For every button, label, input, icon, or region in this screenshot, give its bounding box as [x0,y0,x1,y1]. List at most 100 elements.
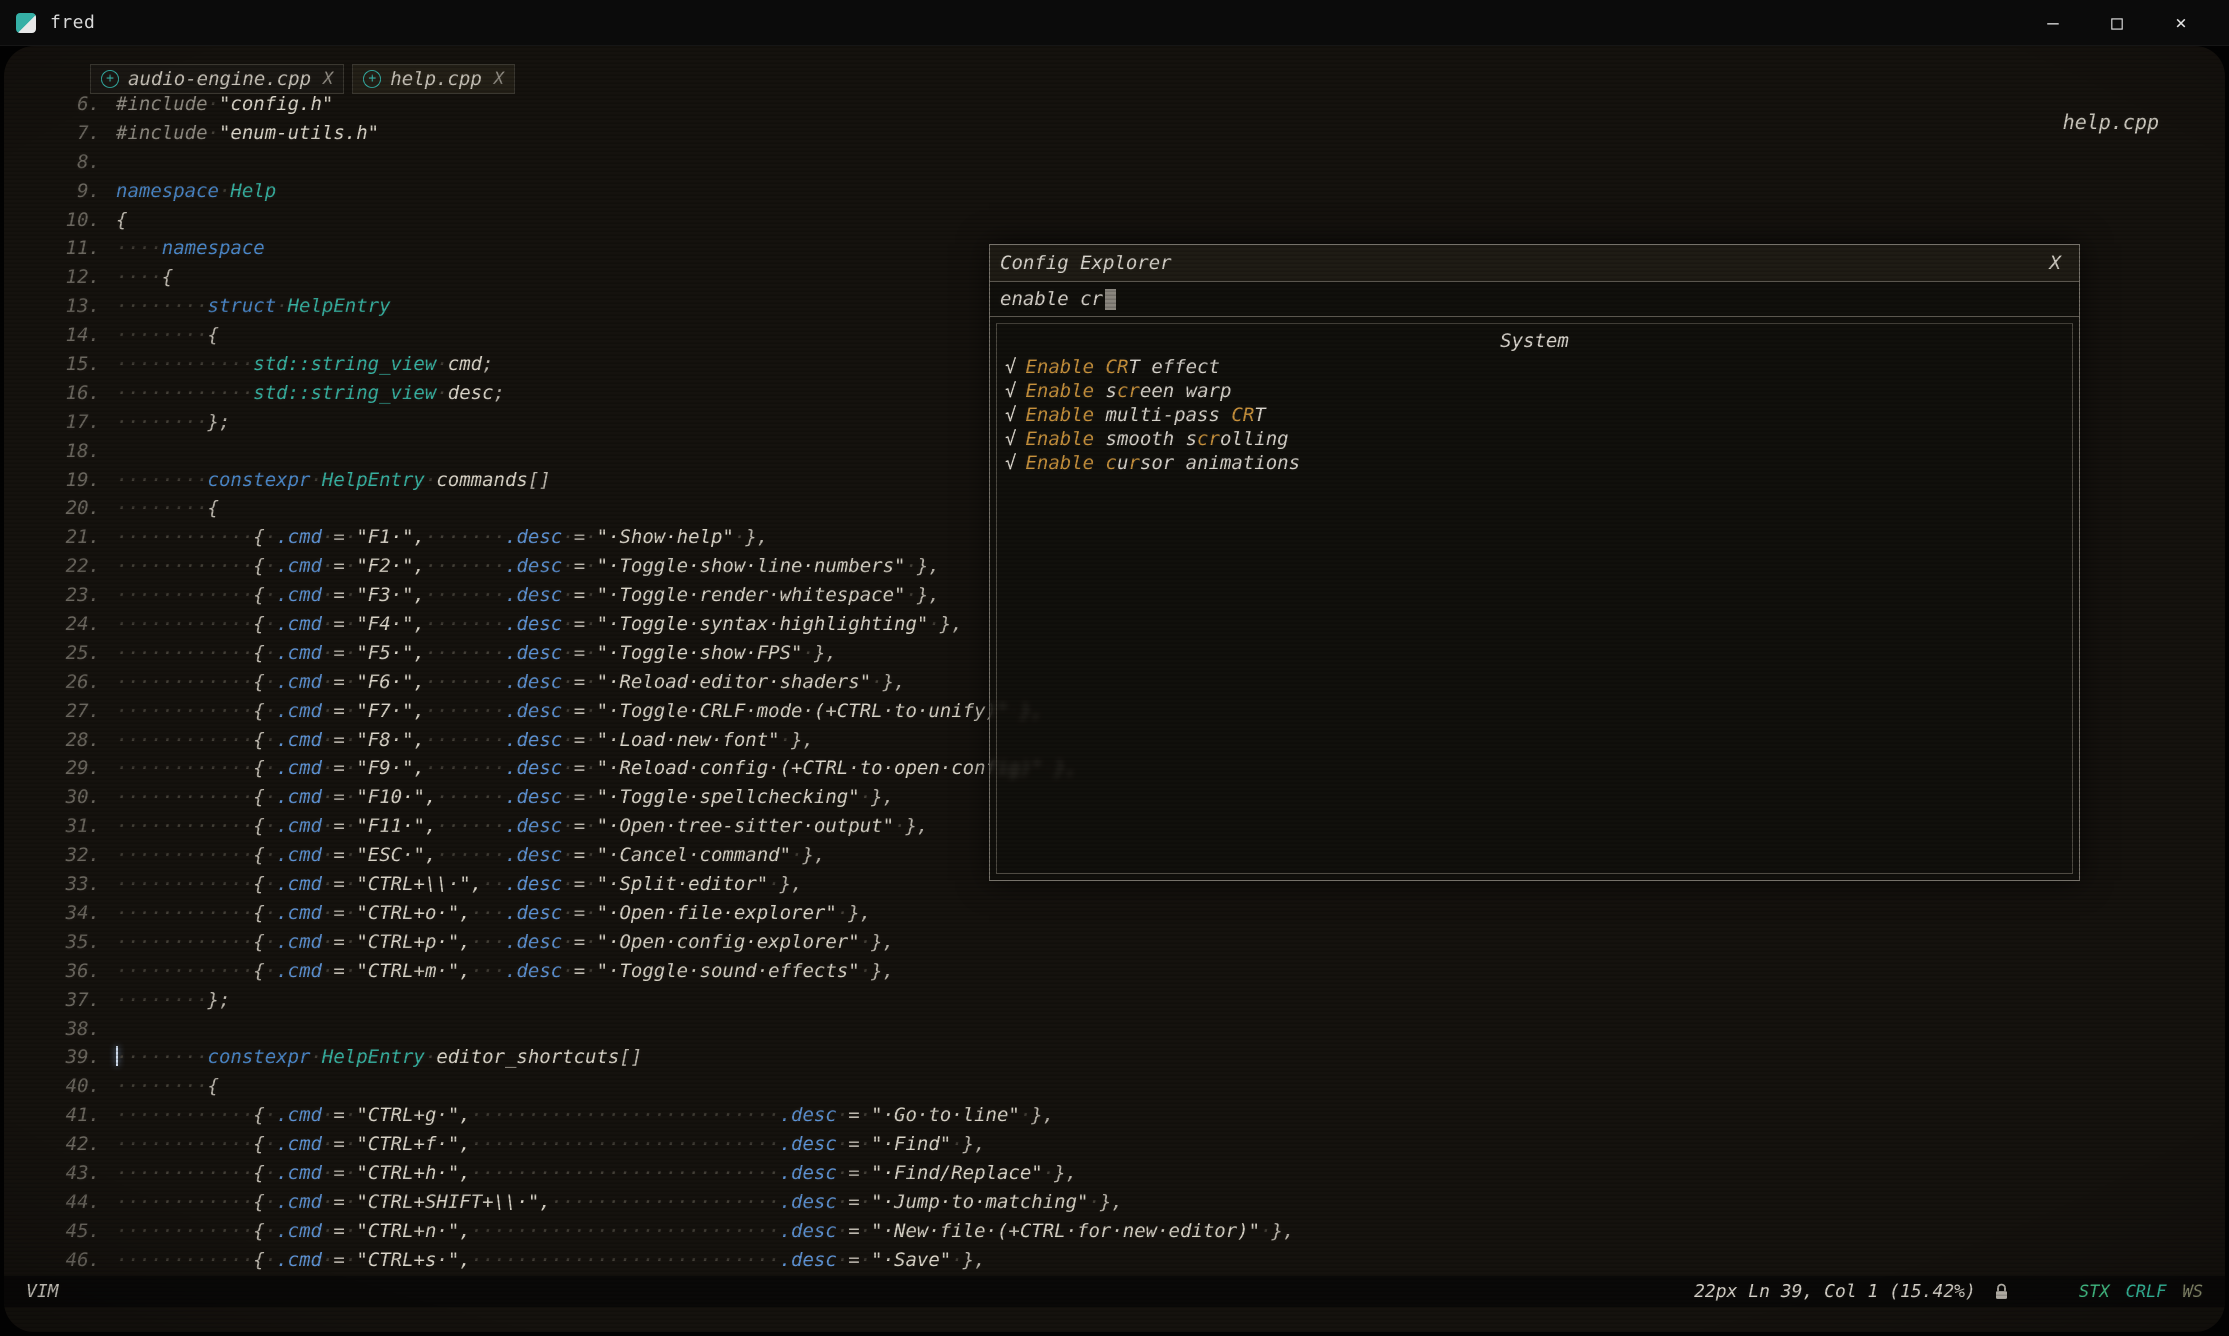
code-line: 10.{ [16,206,1294,235]
code-line: 7.#include·"enum-utils.h" [16,119,1294,148]
line-number: 46. [16,1246,116,1275]
line-number: 30. [16,783,116,812]
line-number: 16. [16,379,116,408]
line-number: 22. [16,552,116,581]
window-title: fred [50,12,95,33]
code-line: 9.namespace·Help [16,177,1294,206]
line-number: 20. [16,494,116,523]
line-number: 24. [16,610,116,639]
tab-audio-engine.cpp[interactable]: + audio-engine.cpp X [90,64,344,94]
code-line: 41.············{·.cmd·=·"CTRL+g·",······… [16,1101,1294,1130]
close-button[interactable]: × [2149,12,2213,34]
editor-screen: 6.#include·"config.h"7.#include·"enum-ut… [4,46,2225,1332]
config-list: System √Enable CRT effect√Enable screen … [996,323,2073,874]
tab-close-button[interactable]: X [323,69,333,89]
line-number: 14. [16,321,116,350]
status-flag-ws: WS [2183,1282,2203,1302]
status-flag-crlf: CRLF [2126,1282,2167,1302]
code-line: 45.············{·.cmd·=·"CTRL+n·",······… [16,1217,1294,1246]
tab-label: audio-engine.cpp [128,68,311,90]
lock-icon [1994,1283,2009,1301]
config-list-items: √Enable CRT effect√Enable screen warp√En… [1005,355,2064,475]
line-number: 9. [16,177,116,206]
line-number: 35. [16,928,116,957]
checkmark-icon: √ [1005,380,1016,402]
status-flag-stx: STX [2079,1282,2110,1302]
minimize-button[interactable]: – [2021,12,2085,34]
cpp-file-icon: + [101,70,119,88]
line-number: 33. [16,870,116,899]
tab-bar: + audio-engine.cpp X + help.cpp X [90,64,515,94]
config-search-value: enable cr [1000,288,1103,310]
line-number: 32. [16,841,116,870]
line-number: 37. [16,986,116,1015]
line-number: 41. [16,1101,116,1130]
line-number: 13. [16,292,116,321]
line-number: 17. [16,408,116,437]
config-search-input[interactable]: enable cr [990,282,2079,317]
cpp-file-icon: + [363,70,381,88]
app-window: fred – □ × 6.#include·"config.h"7.#inclu… [0,0,2229,1336]
checkmark-icon: √ [1005,356,1016,378]
config-option[interactable]: √Enable multi-pass CRT [1005,403,2064,427]
code-line: 39.········constexpr·HelpEntry·editor_sh… [16,1043,1294,1072]
line-number: 6. [16,90,116,119]
status-flags: STX CRLF WS [2079,1282,2203,1302]
code-line: 34.············{·.cmd·=·"CTRL+o·",···.de… [16,899,1294,928]
line-number: 25. [16,639,116,668]
line-number: 34. [16,899,116,928]
line-number: 11. [16,234,116,263]
code-line: 38. [16,1015,1294,1044]
code-line: 43.············{·.cmd·=·"CTRL+h·",······… [16,1159,1294,1188]
line-number: 36. [16,957,116,986]
line-number: 12. [16,263,116,292]
line-number: 21. [16,523,116,552]
line-number: 10. [16,206,116,235]
line-number: 19. [16,466,116,495]
config-option[interactable]: √Enable CRT effect [1005,355,2064,379]
code-line: 35.············{·.cmd·=·"CTRL+p·",···.de… [16,928,1294,957]
config-close-button[interactable]: X [2042,252,2069,274]
line-number: 29. [16,754,116,783]
line-number: 15. [16,350,116,379]
window-controls: – □ × [2021,12,2213,34]
line-number: 8. [16,148,116,177]
checkmark-icon: √ [1005,404,1016,426]
tab-close-button[interactable]: X [494,69,504,89]
line-number: 45. [16,1217,116,1246]
vim-mode-indicator: VIM [26,1281,59,1302]
line-number: 40. [16,1072,116,1101]
line-number: 43. [16,1159,116,1188]
checkmark-icon: √ [1005,452,1016,474]
line-number: 38. [16,1015,116,1044]
code-line: 8. [16,148,1294,177]
config-option[interactable]: √Enable screen warp [1005,379,2064,403]
titlebar: fred – □ × [0,0,2229,46]
checkmark-icon: √ [1005,428,1016,450]
config-option[interactable]: √Enable cursor animations [1005,451,2064,475]
line-number: 27. [16,697,116,726]
config-explorer-popup: Config Explorer X enable cr System √Enab… [989,244,2080,881]
tab-help.cpp[interactable]: + help.cpp X [352,64,515,94]
status-bar: VIM 22px Ln 39, Col 1 (15.42%) STX CRLF WS [4,1276,2225,1307]
search-cursor [1105,289,1116,310]
config-explorer-header: Config Explorer X [990,245,2079,282]
code-line: 42.············{·.cmd·=·"CTRL+f·",······… [16,1130,1294,1159]
tab-label: help.cpp [390,68,482,90]
code-line: 46.············{·.cmd·=·"CTRL+s·",······… [16,1246,1294,1275]
line-number: 28. [16,726,116,755]
status-position: 22px Ln 39, Col 1 (15.42%) [1694,1281,1976,1302]
app-icon [16,13,36,33]
maximize-button[interactable]: □ [2085,12,2149,34]
code-line: 40.········{ [16,1072,1294,1101]
file-indicator: help.cpp [2063,110,2159,134]
line-number: 39. [16,1043,116,1072]
code-line: 6.#include·"config.h" [16,90,1294,119]
line-number: 26. [16,668,116,697]
line-number: 44. [16,1188,116,1217]
config-option[interactable]: √Enable smooth scrolling [1005,427,2064,451]
status-right-group: 22px Ln 39, Col 1 (15.42%) STX CRLF WS [1694,1281,2203,1302]
code-line: 37.········}; [16,986,1294,1015]
line-number: 23. [16,581,116,610]
line-number: 18. [16,437,116,466]
